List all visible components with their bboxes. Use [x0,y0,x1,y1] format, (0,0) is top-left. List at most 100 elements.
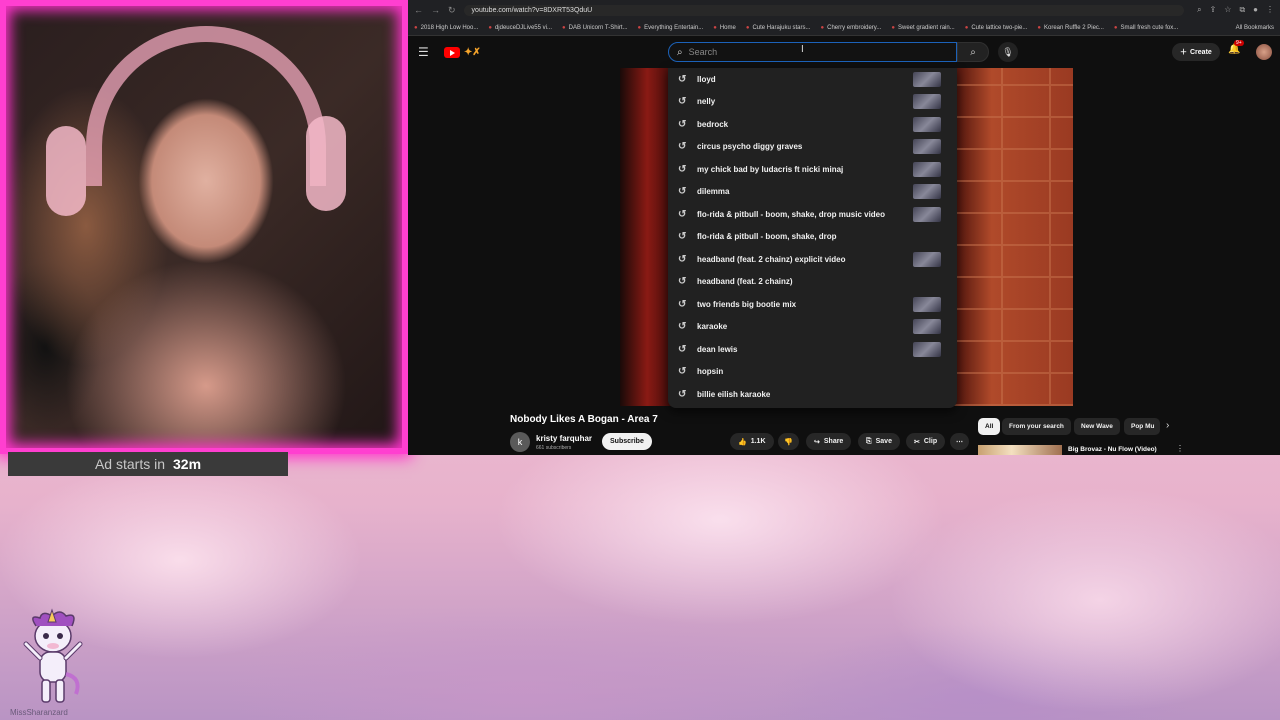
history-icon: ↺ [678,253,687,265]
suggestion-thumbnail [913,387,941,402]
bookmark[interactable]: djdeuceDJLive55 vi... [488,25,552,31]
chip-new-wave[interactable]: New Wave [1074,418,1120,435]
search-suggestion[interactable]: ↺ billie eilish karaoke [668,383,957,406]
share-icon: ↪ [814,438,820,446]
history-icon: ↺ [678,366,687,378]
zoom-icon[interactable]: ⌕ [1197,5,1201,15]
like-button[interactable]: 👍 1.1K [730,433,774,450]
voice-search-icon[interactable]: 🎙 [998,42,1018,62]
bookmark[interactable]: 2018 High Low Hoo... [414,25,479,31]
chip-from-your-search[interactable]: From your search [1002,418,1071,435]
search-suggestions-dropdown: ↺ lloyd ↺ nelly ↺ bedrock ↺ circus psycho diggy… [668,68,957,408]
chevron-right-icon[interactable]: › [1166,420,1169,431]
bookmark[interactable]: Small fresh cute fox... [1114,25,1179,31]
search-suggestion[interactable]: ↺ flo-rida & pitbull - boom, shake, drop [668,226,957,249]
browser-menu-icon[interactable]: ⋮ [1266,5,1274,15]
bookmark[interactable]: Cherry embroidery... [821,25,881,31]
bookmark[interactable]: Sweet gradient rain... [891,25,955,31]
video-info: Nobody Likes A Bogan - Area 7 k kristy f… [408,408,1280,455]
notification-badge: 9+ [1234,40,1244,46]
recommended-thumbnail[interactable] [978,445,1062,455]
suggestion-thumbnail [913,364,941,379]
share-page-icon[interactable]: ⇪ [1210,5,1217,15]
history-icon: ↺ [678,276,687,288]
bookmark[interactable]: Cute Harajuku stars... [746,25,810,31]
channel-name[interactable]: kristy farquhar [536,434,592,443]
recommended-title[interactable]: Big Brovaz - Nu Flow (Video) [1068,446,1157,453]
notifications-bell-icon[interactable]: 🔔 9+ [1228,40,1244,55]
more-vertical-icon[interactable]: ⋮ [1176,444,1184,453]
search-suggestion[interactable]: ↺ flo-rida & pitbull - boom, shake, drop … [668,203,957,226]
search-suggestion[interactable]: ↺ karaoke [668,316,957,339]
account-avatar[interactable] [1256,44,1272,60]
suggestion-thumbnail [913,161,941,177]
clip-button[interactable]: ✂ Clip [906,433,946,450]
more-actions-button[interactable]: ⋯ [950,433,969,450]
search-suggestion[interactable]: ↺ dilemma [668,181,957,204]
search-suggestion[interactable]: ↺ my chick bad by ludacris ft nicki minaj [668,158,957,181]
address-bar-row: ← → ↻ youtube.com/watch?v=8DXRT53QduU ⌕ … [408,0,1280,20]
all-bookmarks[interactable]: All Bookmarks [1236,25,1274,31]
suggestion-text: circus psycho diggy graves [697,142,803,152]
forward-icon[interactable]: → [431,5,440,15]
doodle-icon: ✦✗ [464,46,481,58]
headset-band [86,26,326,186]
back-icon[interactable]: ← [414,5,423,15]
hamburger-menu-icon[interactable]: ☰ [418,45,438,59]
star-icon[interactable]: ☆ [1224,5,1231,15]
history-icon: ↺ [678,321,687,333]
suggestion-thumbnail [913,116,941,132]
bookmark[interactable]: Home [713,25,736,31]
extensions-icon[interactable]: ⧉ [1239,5,1245,15]
search-suggestion[interactable]: ↺ two friends big bootie mix [668,293,957,316]
create-button[interactable]: ＋ Create [1172,43,1220,61]
search-suggestion[interactable]: ↺ headband (feat. 2 chainz) explicit vide… [668,248,957,271]
history-icon: ↺ [678,231,687,243]
history-icon: ↺ [678,163,687,175]
save-button[interactable]: ⎘ Save [858,433,900,450]
history-icon: ↺ [678,388,687,400]
share-label: Share [823,438,844,445]
plus-icon: ＋ [1180,49,1187,56]
search-suggestion[interactable]: ↺ headband (feat. 2 chainz) [668,271,957,294]
reload-icon[interactable]: ↻ [448,5,456,16]
suggestion-text: hopsin [697,367,724,377]
save-label: Save [875,438,892,445]
dislike-button[interactable]: 👎 [778,433,799,450]
profile-icon[interactable]: ● [1253,5,1258,15]
bookmarks-bar: 2018 High Low Hoo... djdeuceDJLive55 vi.… [408,20,1280,36]
subscribe-button[interactable]: Subscribe [602,433,652,450]
search-suggestion[interactable]: ↺ lloyd [668,68,957,91]
suggestion-thumbnail [913,94,941,110]
video-frame-bricks [953,68,1073,406]
youtube-logo[interactable]: ✦✗ [444,46,481,58]
search-suggestion[interactable]: ↺ bedrock [668,113,957,136]
suggestion-text: lloyd [697,74,716,84]
suggestion-text: two friends big bootie mix [697,299,797,309]
search-input[interactable] [688,47,889,57]
bookmark[interactable]: Korean Ruffle 2 Piec... [1037,25,1104,31]
search-suggestion[interactable]: ↺ hopsin [668,361,957,384]
ad-countdown: Ad starts in 32m [8,452,288,476]
suggestion-thumbnail [913,71,941,87]
bookmark[interactable]: Cute lattice two-pie... [965,25,1027,31]
search-suggestion[interactable]: ↺ nelly [668,91,957,114]
history-icon: ↺ [678,343,687,355]
chip-pop-music[interactable]: Pop Mu [1124,418,1160,435]
ad-time: 32m [173,456,202,472]
share-button[interactable]: ↪ Share [806,433,852,450]
create-label: Create [1190,48,1212,56]
url-field[interactable]: youtube.com/watch?v=8DXRT53QduU [463,4,1184,16]
bookmark[interactable]: Everything Entertain... [638,25,703,31]
search-suggestion[interactable]: ↺ circus psycho diggy graves [668,136,957,159]
search-icon: ⌕ [677,46,683,58]
search-suggestion[interactable]: ↺ dean lewis [668,338,957,361]
channel-avatar[interactable]: k [510,432,530,452]
unicorn-mascot [23,608,83,703]
suggestion-thumbnail [913,319,941,335]
chip-all[interactable]: All [978,418,1001,435]
suggestion-thumbnail [913,251,941,267]
search-button[interactable]: ⌕ [957,42,989,62]
history-icon: ↺ [678,118,687,130]
bookmark[interactable]: DAB Unicorn T-Shirt... [562,25,628,31]
